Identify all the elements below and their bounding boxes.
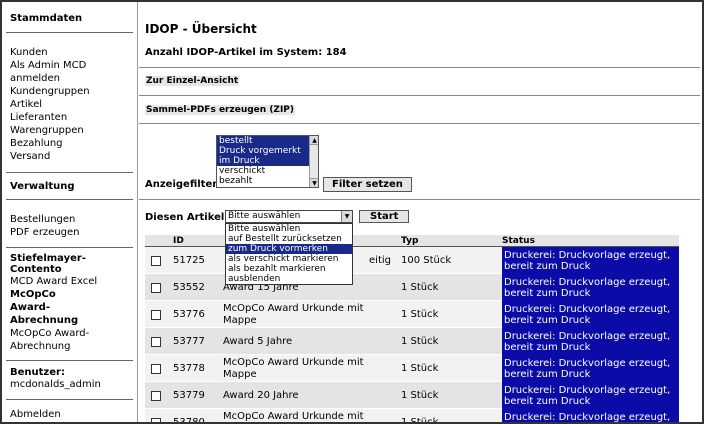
row-id: 53778 bbox=[173, 363, 205, 374]
table-row: 53780 McOpCo Award Urkunde mit Rahmen 1 … bbox=[145, 409, 679, 424]
row-name: Award 5 Jahre bbox=[223, 335, 293, 347]
dropdown-option-highlighted[interactable]: zum Druck vormerken bbox=[226, 244, 352, 254]
main-content: IDOP - Übersicht Anzahl IDOP-Artikel im … bbox=[139, 2, 702, 424]
sidebar: Stammdaten Kunden Als Admin MCD anmelden… bbox=[2, 2, 138, 422]
sidebar-item-admin-mcd[interactable]: Als Admin MCD anmelden bbox=[2, 59, 112, 85]
page-title: IDOP - Übersicht bbox=[145, 22, 257, 36]
row-id: 53780 bbox=[173, 417, 205, 424]
status-badge: Druckerei: Druckvorlage erzeugt, bereit … bbox=[502, 382, 679, 409]
table-row: 53778 McOpCo Award Urkunde mit Mappe 1 S… bbox=[145, 355, 679, 382]
row-name: McOpCo Award Urkunde mit Mappe bbox=[223, 302, 364, 326]
divider bbox=[139, 95, 700, 96]
dropdown-option[interactable]: ausblenden bbox=[226, 274, 352, 284]
row-name: McOpCo Award Urkunde mit Mappe bbox=[223, 356, 364, 380]
artikel-label: Diesen Artikel: bbox=[145, 212, 229, 223]
sidebar-item-artikel[interactable]: Artikel bbox=[2, 98, 137, 111]
sidebar-item-mcopco-award-active[interactable]: McOpCo Award-Abrechnung bbox=[2, 288, 102, 327]
row-typ: 1 Stück bbox=[401, 363, 439, 374]
chevron-down-icon[interactable]: ▼ bbox=[341, 211, 352, 222]
sidebar-heading-stammdaten: Stammdaten bbox=[10, 13, 83, 24]
row-checkbox[interactable] bbox=[151, 363, 161, 374]
sidebar-divider bbox=[6, 199, 133, 200]
divider bbox=[139, 67, 700, 68]
row-id: 51725 bbox=[173, 255, 205, 266]
row-checkbox[interactable] bbox=[151, 417, 161, 422]
sidebar-divider bbox=[6, 32, 133, 33]
row-typ: 1 Stück bbox=[401, 417, 439, 424]
sidebar-item-bezahlung[interactable]: Bezahlung bbox=[2, 137, 137, 150]
sidebar-item-versand[interactable]: Versand bbox=[2, 150, 137, 163]
row-name: Award 20 Jahre bbox=[223, 389, 299, 401]
sidebar-item-warengruppen[interactable]: Warengruppen bbox=[2, 124, 137, 137]
filter-option[interactable]: im Druck bbox=[217, 156, 310, 166]
divider bbox=[139, 199, 700, 200]
article-count: Anzahl IDOP-Artikel im System: 184 bbox=[145, 47, 347, 58]
row-typ: 1 Stück bbox=[401, 309, 439, 320]
zip-export-link[interactable]: Sammel-PDFs erzeugen (ZIP) bbox=[145, 105, 296, 115]
status-badge: Druckerei: Druckvorlage erzeugt, bereit … bbox=[502, 409, 679, 422]
status-badge: Druckerei: Druckvorlage erzeugt, bereit … bbox=[502, 328, 679, 355]
sidebar-user-name: mcdonalds_admin bbox=[10, 379, 101, 390]
scroll-up-icon[interactable]: ▲ bbox=[310, 136, 318, 145]
artikel-select-value: Bitte auswählen bbox=[228, 211, 301, 221]
filter-label: Anzeigefilter: bbox=[145, 179, 222, 190]
status-badge: Druckerei: Druckvorlage erzeugt, bereit … bbox=[502, 274, 679, 301]
filter-button[interactable]: Filter setzen bbox=[323, 177, 412, 192]
filter-option[interactable]: verschickt bbox=[217, 166, 310, 176]
sidebar-item-mcopco-award[interactable]: McOpCo Award-Abrechnung bbox=[2, 327, 102, 353]
sidebar-item-pdf-erzeugen[interactable]: PDF erzeugen bbox=[2, 226, 137, 239]
row-typ: 100 Stück bbox=[401, 255, 452, 266]
col-header-id: ID bbox=[173, 236, 184, 246]
dropdown-option[interactable]: Bitte auswählen bbox=[226, 224, 352, 234]
row-id: 53552 bbox=[173, 282, 205, 293]
sidebar-heading-stiefelmayer: Stiefelmayer-Contento bbox=[10, 253, 86, 275]
logout-link[interactable]: Abmelden bbox=[2, 408, 137, 421]
row-checkbox[interactable] bbox=[151, 390, 161, 401]
row-id: 53777 bbox=[173, 336, 205, 347]
app-window: Stammdaten Kunden Als Admin MCD anmelden… bbox=[0, 0, 704, 424]
scroll-down-icon[interactable]: ▼ bbox=[310, 178, 318, 187]
divider bbox=[139, 123, 700, 124]
row-name: McOpCo Award Urkunde mit Rahmen bbox=[223, 410, 364, 422]
table-row: 53777 Award 5 Jahre 1 Stück Druckerei: D… bbox=[145, 328, 679, 355]
table-row: 53776 McOpCo Award Urkunde mit Mappe 1 S… bbox=[145, 301, 679, 328]
row-id: 53779 bbox=[173, 390, 205, 401]
row-typ: 1 Stück bbox=[401, 336, 439, 347]
row-id: 53776 bbox=[173, 309, 205, 320]
artikel-action-select[interactable]: Bitte auswählen ▼ bbox=[225, 210, 353, 223]
single-view-link[interactable]: Zur Einzel-Ansicht bbox=[145, 76, 240, 86]
start-button[interactable]: Start bbox=[359, 210, 410, 223]
filter-option[interactable]: Druck vorgemerkt bbox=[217, 146, 310, 156]
row-checkbox[interactable] bbox=[151, 309, 161, 320]
row-checkbox[interactable] bbox=[151, 336, 161, 347]
status-badge: Druckerei: Druckvorlage erzeugt, bereit … bbox=[502, 301, 679, 328]
row-typ: 1 Stück bbox=[401, 390, 439, 401]
col-header-typ: Typ bbox=[401, 236, 419, 246]
filter-option[interactable]: bestellt bbox=[217, 136, 310, 146]
status-badge: Druckerei: Druckvorlage erzeugt, bereit … bbox=[502, 247, 679, 274]
table-row: 53779 Award 20 Jahre 1 Stück Druckerei: … bbox=[145, 382, 679, 409]
filter-option[interactable]: bezahlt bbox=[217, 176, 310, 186]
sidebar-item-kunden[interactable]: Kunden bbox=[2, 46, 137, 59]
sidebar-item-kundengruppen[interactable]: Kundengruppen bbox=[2, 85, 137, 98]
status-badge: Druckerei: Druckvorlage erzeugt, bereit … bbox=[502, 355, 679, 382]
dropdown-option[interactable]: als bezahlt markieren bbox=[226, 264, 352, 274]
sidebar-item-lieferanten[interactable]: Lieferanten bbox=[2, 111, 137, 124]
row-checkbox[interactable] bbox=[151, 282, 161, 293]
listbox-scrollbar[interactable]: ▲ ▼ bbox=[309, 136, 318, 187]
dropdown-option[interactable]: auf Bestellt zurücksetzen bbox=[226, 234, 352, 244]
sidebar-divider bbox=[6, 399, 133, 400]
col-header-status: Status bbox=[502, 236, 535, 246]
sidebar-item-bestellungen[interactable]: Bestellungen bbox=[2, 213, 137, 226]
row-typ: 1 Stück bbox=[401, 282, 439, 293]
sidebar-user-label: Benutzer: bbox=[10, 367, 65, 378]
row-checkbox[interactable] bbox=[151, 255, 161, 266]
dropdown-option[interactable]: als verschickt markieren bbox=[226, 254, 352, 264]
artikel-action-dropdown[interactable]: Bitte auswählen auf Bestellt zurücksetze… bbox=[225, 223, 353, 285]
sidebar-item-mcd-award-excel[interactable]: MCD Award Excel bbox=[2, 275, 137, 288]
sidebar-heading-verwaltung: Verwaltung bbox=[10, 181, 75, 192]
filter-listbox[interactable]: bestellt Druck vorgemerkt im Druck versc… bbox=[216, 135, 319, 188]
